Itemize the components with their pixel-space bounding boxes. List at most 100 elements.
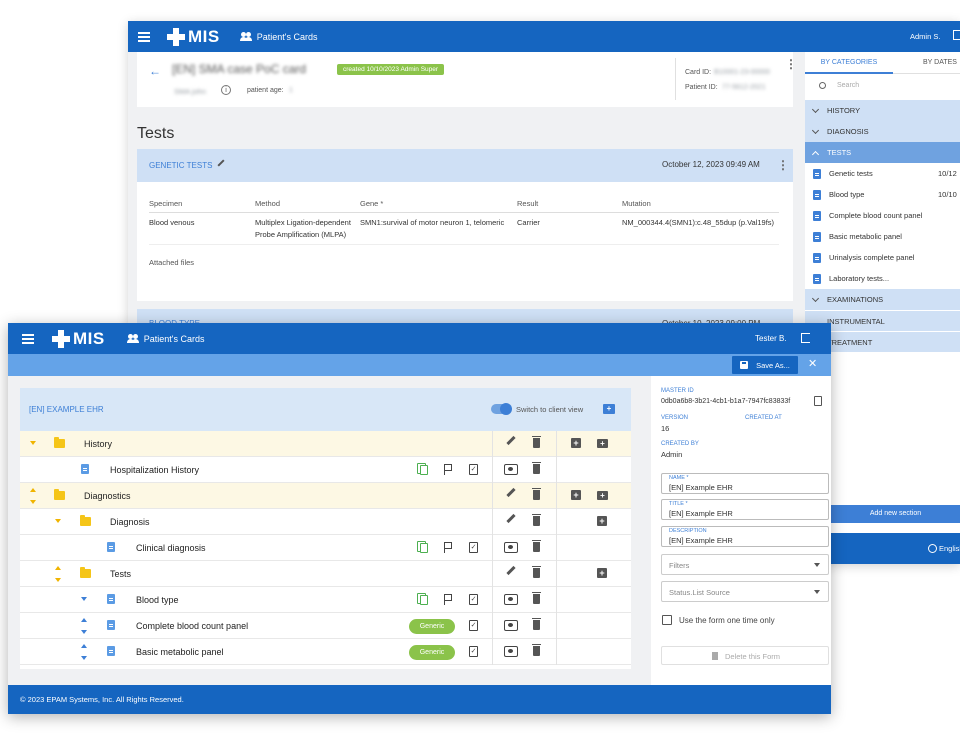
app-logo[interactable]: MIS [167,27,220,47]
name-field[interactable]: NAME * [EN] Example EHR [661,473,829,494]
close-icon[interactable]: ✕ [808,357,817,370]
trash-icon[interactable] [532,462,541,474]
collapse-icon[interactable] [30,441,36,445]
collapse-icon[interactable] [55,519,61,523]
add-folder-icon[interactable]: + [597,491,608,500]
edit-icon[interactable] [506,435,516,446]
preview-icon[interactable] [504,594,518,605]
menu-icon[interactable] [138,31,150,42]
trash-icon[interactable] [532,618,541,630]
trash-icon[interactable] [532,540,541,552]
sidebar-item-bmp[interactable]: Basic metabolic panel [805,226,960,247]
logout-icon[interactable] [953,30,960,40]
copy-icon[interactable] [417,541,428,553]
flag-icon[interactable] [444,464,452,475]
logout-icon[interactable] [801,333,810,343]
save-as-button[interactable]: Save As... [732,356,798,374]
attached-files[interactable]: Attached files [149,258,194,267]
language-select[interactable]: English [939,544,960,553]
edit-icon[interactable] [217,159,225,167]
app-logo[interactable]: MIS [52,329,105,349]
sidebar-search[interactable]: Search [805,74,960,100]
tab-by-categories[interactable]: BY CATEGORIES [805,52,893,74]
search-input[interactable]: Search [837,82,859,89]
edit-icon[interactable] [506,565,516,576]
preview-icon[interactable] [504,464,518,475]
add-item-icon[interactable]: + [597,568,607,578]
tree-row-cbc[interactable]: Complete blood count panel Generic ✓ [20,613,631,639]
reorder-icon[interactable] [55,566,61,582]
tree-row-history[interactable]: History + + [20,431,631,457]
tree-row-diagnostics[interactable]: Diagnostics + + [20,483,631,509]
preview-icon[interactable] [504,620,518,631]
tree-row-blood-type[interactable]: Blood type ✓ [20,587,631,613]
status-source-select[interactable]: Status.List Source [661,581,829,602]
tree-row-clinical-diagnosis[interactable]: Clinical diagnosis ✓ [20,535,631,561]
reorder-icon[interactable] [81,618,87,634]
flag-icon[interactable] [444,594,452,605]
add-item-icon[interactable]: + [597,516,607,526]
nav-patients-cards[interactable]: Patient's Cards [126,334,204,344]
edit-icon[interactable] [506,513,516,524]
back-arrow-icon[interactable]: ← [149,64,161,78]
card-more-icon[interactable]: ⋮ [785,58,797,70]
sidebar-item-blood-type[interactable]: Blood type 10/10 [805,184,960,205]
trash-icon[interactable] [532,488,541,500]
sidebar-item-urinalysis[interactable]: Urinalysis complete panel [805,247,960,268]
card-title: [EN] SMA case PoC card [172,62,307,76]
tree-row-bmp[interactable]: Basic metabolic panel Generic ✓ [20,639,631,665]
tree-row-hospitalization-history[interactable]: Hospitalization History ✓ [20,457,631,483]
add-folder-icon[interactable]: + [597,439,608,448]
filters-select[interactable]: Filters [661,554,829,575]
folder-icon [80,567,91,578]
genetic-more-icon[interactable]: ⋮ [777,159,789,171]
category-diagnosis[interactable]: DIAGNOSIS [805,121,960,142]
generic-badge[interactable]: Generic [409,645,455,660]
delete-form-button[interactable]: Delete this Form [661,646,829,665]
trash-icon[interactable] [532,644,541,656]
add-new-section-button[interactable]: Add new section [831,505,960,523]
add-item-icon[interactable]: + [571,490,581,500]
user-name[interactable]: Tester B. [755,334,787,343]
nav-patients-cards[interactable]: Patient's Cards [239,32,317,42]
add-item-icon[interactable]: + [571,438,581,448]
sidebar-item-lab-tests[interactable]: Laboratory tests... [805,268,960,289]
globe-icon[interactable] [928,544,937,553]
flag-icon[interactable] [444,542,452,553]
title-field[interactable]: TITLE * [EN] Example EHR [661,499,829,520]
add-folder-icon[interactable]: + [603,404,615,414]
info-icon[interactable]: i [221,85,231,95]
copy-icon[interactable] [417,593,428,605]
use-once-checkbox[interactable] [662,615,672,625]
user-name[interactable]: Admin S. [910,32,940,41]
trash-icon[interactable] [532,592,541,604]
sidebar-item-cbc[interactable]: Complete blood count panel [805,205,960,226]
preview-icon[interactable] [504,646,518,657]
description-field[interactable]: DESCRIPTION [EN] Example EHR [661,526,829,547]
checklist-icon[interactable]: ✓ [469,464,478,475]
reorder-icon[interactable] [81,644,87,660]
tab-by-dates[interactable]: BY DATES [905,52,960,74]
sidebar-item-genetic-tests[interactable]: Genetic tests 10/12 [805,163,960,184]
category-history[interactable]: HISTORY [805,100,960,121]
copy-icon[interactable] [814,396,822,406]
trash-icon[interactable] [532,566,541,578]
tree-row-tests[interactable]: Tests + [20,561,631,587]
preview-icon[interactable] [504,542,518,553]
checklist-icon[interactable]: ✓ [469,542,478,553]
trash-icon[interactable] [532,436,541,448]
generic-badge[interactable]: Generic [409,619,455,634]
trash-icon[interactable] [532,514,541,526]
checklist-icon[interactable]: ✓ [469,646,478,657]
edit-icon[interactable] [506,487,516,498]
category-tests[interactable]: TESTS [805,142,960,163]
reorder-icon[interactable] [30,488,36,504]
category-examinations[interactable]: EXAMINATIONS [805,289,960,310]
checklist-icon[interactable]: ✓ [469,620,478,631]
client-view-toggle[interactable] [491,403,512,415]
tree-row-diagnosis[interactable]: Diagnosis + [20,509,631,535]
checklist-icon[interactable]: ✓ [469,594,478,605]
copy-icon[interactable] [417,463,428,475]
collapse-icon[interactable] [81,597,87,601]
menu-icon[interactable] [22,333,34,344]
